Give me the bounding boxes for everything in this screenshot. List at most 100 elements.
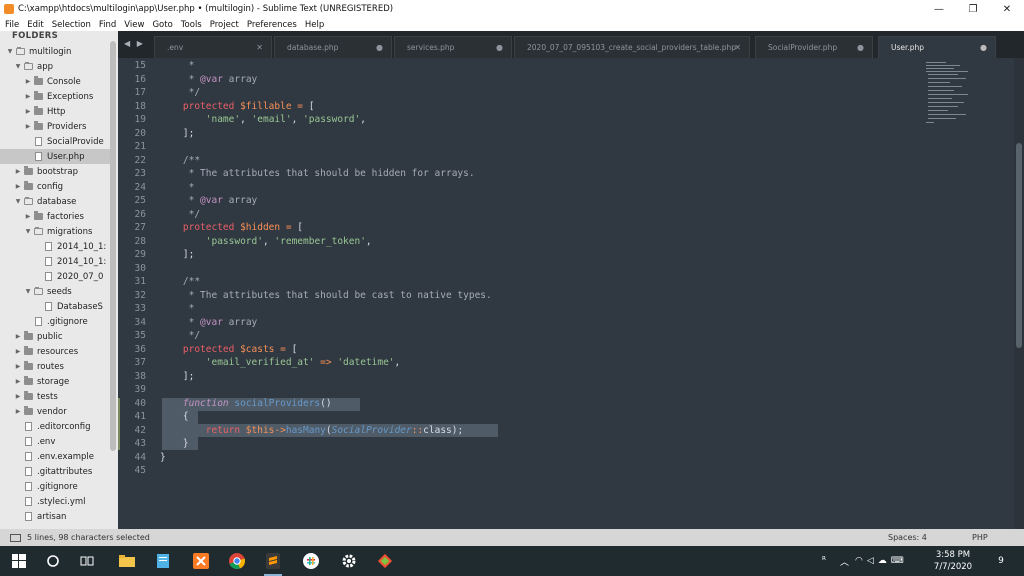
code-line[interactable]: */ xyxy=(160,330,200,341)
sidebar-folder-item[interactable]: ▶ bootstrap xyxy=(0,164,110,179)
tab-modified-icon[interactable]: ● xyxy=(496,43,503,52)
editor-scrollbar[interactable] xyxy=(1014,58,1024,529)
chevron-right-icon[interactable]: ▶ xyxy=(14,168,22,175)
windows-start-icon[interactable] xyxy=(8,550,30,572)
wifi-icon[interactable]: ◠ xyxy=(855,556,863,566)
menu-view[interactable]: View xyxy=(124,20,144,30)
sidebar-folder-item[interactable]: ▶ storage xyxy=(0,374,110,389)
sidebar-file-item[interactable]: .gitattributes xyxy=(0,464,110,479)
sidebar-file-item[interactable]: .editorconfig xyxy=(0,419,110,434)
code-line[interactable]: * The attributes that should be hidden f… xyxy=(160,168,475,179)
code-line[interactable]: 'name', 'email', 'password', xyxy=(160,114,366,125)
code-line[interactable]: ]; xyxy=(160,371,194,382)
volume-icon[interactable]: ◁ xyxy=(867,556,874,566)
code-line[interactable]: ]; xyxy=(160,249,194,260)
sidebar-folder-item[interactable]: ▼ database xyxy=(0,194,110,209)
cortana-search-icon[interactable] xyxy=(42,550,64,572)
sidebar-folder-item[interactable]: ▶ tests xyxy=(0,389,110,404)
sidebar-file-item[interactable]: .env xyxy=(0,434,110,449)
code-editor[interactable]: 15 * 16 * @var array 17 */ 18 protected $fi… xyxy=(118,58,1024,529)
sidebar-folder-item[interactable]: ▶ Exceptions xyxy=(0,89,110,104)
menu-goto[interactable]: Goto xyxy=(152,20,172,30)
tab-modified-icon[interactable]: ● xyxy=(376,43,383,52)
sidebar-file-item[interactable]: artisan xyxy=(0,509,110,524)
chevron-down-icon[interactable]: ▼ xyxy=(24,288,32,295)
tab-socialprovider-php[interactable]: SocialProvider.php ● xyxy=(755,36,873,58)
sidebar-folder-item[interactable]: ▼ multilogin xyxy=(0,44,110,59)
code-line[interactable]: * xyxy=(160,303,195,314)
menu-preferences[interactable]: Preferences xyxy=(247,20,297,30)
git-icon[interactable] xyxy=(374,550,396,572)
sidebar-file-item[interactable]: .env.example xyxy=(0,449,110,464)
code-line[interactable]: * @var array xyxy=(160,74,258,85)
menu-edit[interactable]: Edit xyxy=(27,20,43,30)
chevron-right-icon[interactable]: ▶ xyxy=(24,213,32,220)
menu-help[interactable]: Help xyxy=(305,20,324,30)
sidebar-file-item[interactable]: .gitignore xyxy=(0,314,110,329)
menu-tools[interactable]: Tools xyxy=(181,20,202,30)
sidebar-file-item[interactable]: .gitignore xyxy=(0,479,110,494)
code-line[interactable]: protected $fillable = [ xyxy=(160,101,315,112)
sidebar-scrollbar[interactable] xyxy=(110,41,116,451)
chevron-down-icon[interactable]: ▼ xyxy=(14,198,22,205)
sidebar-folder-item[interactable]: ▶ vendor xyxy=(0,404,110,419)
sidebar-folder-item[interactable]: ▶ routes xyxy=(0,359,110,374)
chrome-icon[interactable] xyxy=(226,550,248,572)
chevron-down-icon[interactable]: ▼ xyxy=(6,48,14,55)
notepad-icon[interactable] xyxy=(152,550,174,572)
tab-migration-php[interactable]: 2020_07_07_095103_create_social_provider… xyxy=(514,36,750,58)
sidebar-folder-item[interactable]: ▶ Providers xyxy=(0,119,110,134)
code-line[interactable]: } xyxy=(160,438,189,449)
minimize-button[interactable]: — xyxy=(922,0,956,18)
code-line[interactable]: 'password', 'remember_token', xyxy=(160,236,372,247)
sidebar-file-item[interactable]: 2014_10_1: xyxy=(0,239,110,254)
slack-icon[interactable] xyxy=(300,550,322,572)
chevron-right-icon[interactable]: ▶ xyxy=(14,393,22,400)
maximize-button[interactable]: ❐ xyxy=(956,0,990,18)
sidebar-file-item[interactable]: User.php xyxy=(0,149,110,164)
code-line[interactable]: */ xyxy=(160,209,200,220)
menu-project[interactable]: Project xyxy=(210,20,239,30)
chevron-right-icon[interactable]: ▶ xyxy=(14,333,22,340)
chevron-down-icon[interactable]: ▼ xyxy=(24,228,32,235)
xampp-icon[interactable] xyxy=(190,550,212,572)
code-line[interactable]: function socialProviders() xyxy=(160,398,332,409)
chevron-right-icon[interactable]: ▶ xyxy=(14,363,22,370)
task-view-icon[interactable] xyxy=(76,550,98,572)
tab-close-icon[interactable]: ✕ xyxy=(734,43,741,52)
sidebar-folder-item[interactable]: ▼ migrations xyxy=(0,224,110,239)
code-line[interactable]: /** xyxy=(160,276,200,287)
tab-close-icon[interactable]: ✕ xyxy=(256,43,263,52)
chevron-right-icon[interactable]: ▶ xyxy=(24,108,32,115)
code-line[interactable]: /** xyxy=(160,155,200,166)
sidebar-folder-item[interactable]: ▶ Http xyxy=(0,104,110,119)
chevron-right-icon[interactable]: ▶ xyxy=(14,183,22,190)
sidebar-folder-item[interactable]: ▶ config xyxy=(0,179,110,194)
taskbar-clock[interactable]: 3:58 PM 7/7/2020 xyxy=(928,549,978,573)
syntax-status[interactable]: PHP xyxy=(972,533,988,542)
tab-services-php[interactable]: services.php ● xyxy=(394,36,512,58)
person-icon[interactable]: ᴿ xyxy=(822,556,826,566)
chevron-right-icon[interactable]: ▶ xyxy=(14,348,22,355)
code-line[interactable]: * The attributes that should be cast to … xyxy=(160,290,492,301)
sidebar-folder-item[interactable]: ▶ Console xyxy=(0,74,110,89)
keyboard-icon[interactable]: ⌨ xyxy=(891,556,904,566)
chevron-right-icon[interactable]: ▶ xyxy=(14,408,22,415)
minimap[interactable] xyxy=(924,60,1014,140)
chevron-right-icon[interactable]: ▶ xyxy=(14,378,22,385)
code-line[interactable]: * xyxy=(160,60,195,71)
code-line[interactable]: return $this->hasMany(SocialProvider::cl… xyxy=(160,425,463,436)
chevron-down-icon[interactable]: ▼ xyxy=(14,63,22,70)
menu-selection[interactable]: Selection xyxy=(52,20,91,30)
settings-icon[interactable] xyxy=(338,550,360,572)
sublime-text-icon[interactable] xyxy=(262,550,284,576)
menu-file[interactable]: File xyxy=(5,20,19,30)
tab-env[interactable]: .env ✕ xyxy=(154,36,272,58)
sidebar-file-item[interactable]: SocialProvide xyxy=(0,134,110,149)
sidebar-folder-item[interactable]: ▼ app xyxy=(0,59,110,74)
code-line[interactable]: * @var array xyxy=(160,195,258,206)
sidebar-folder-item[interactable]: ▶ public xyxy=(0,329,110,344)
chevron-right-icon[interactable]: ▶ xyxy=(24,93,32,100)
indentation-status[interactable]: Spaces: 4 xyxy=(888,533,927,542)
code-line[interactable]: protected $casts = [ xyxy=(160,344,297,355)
